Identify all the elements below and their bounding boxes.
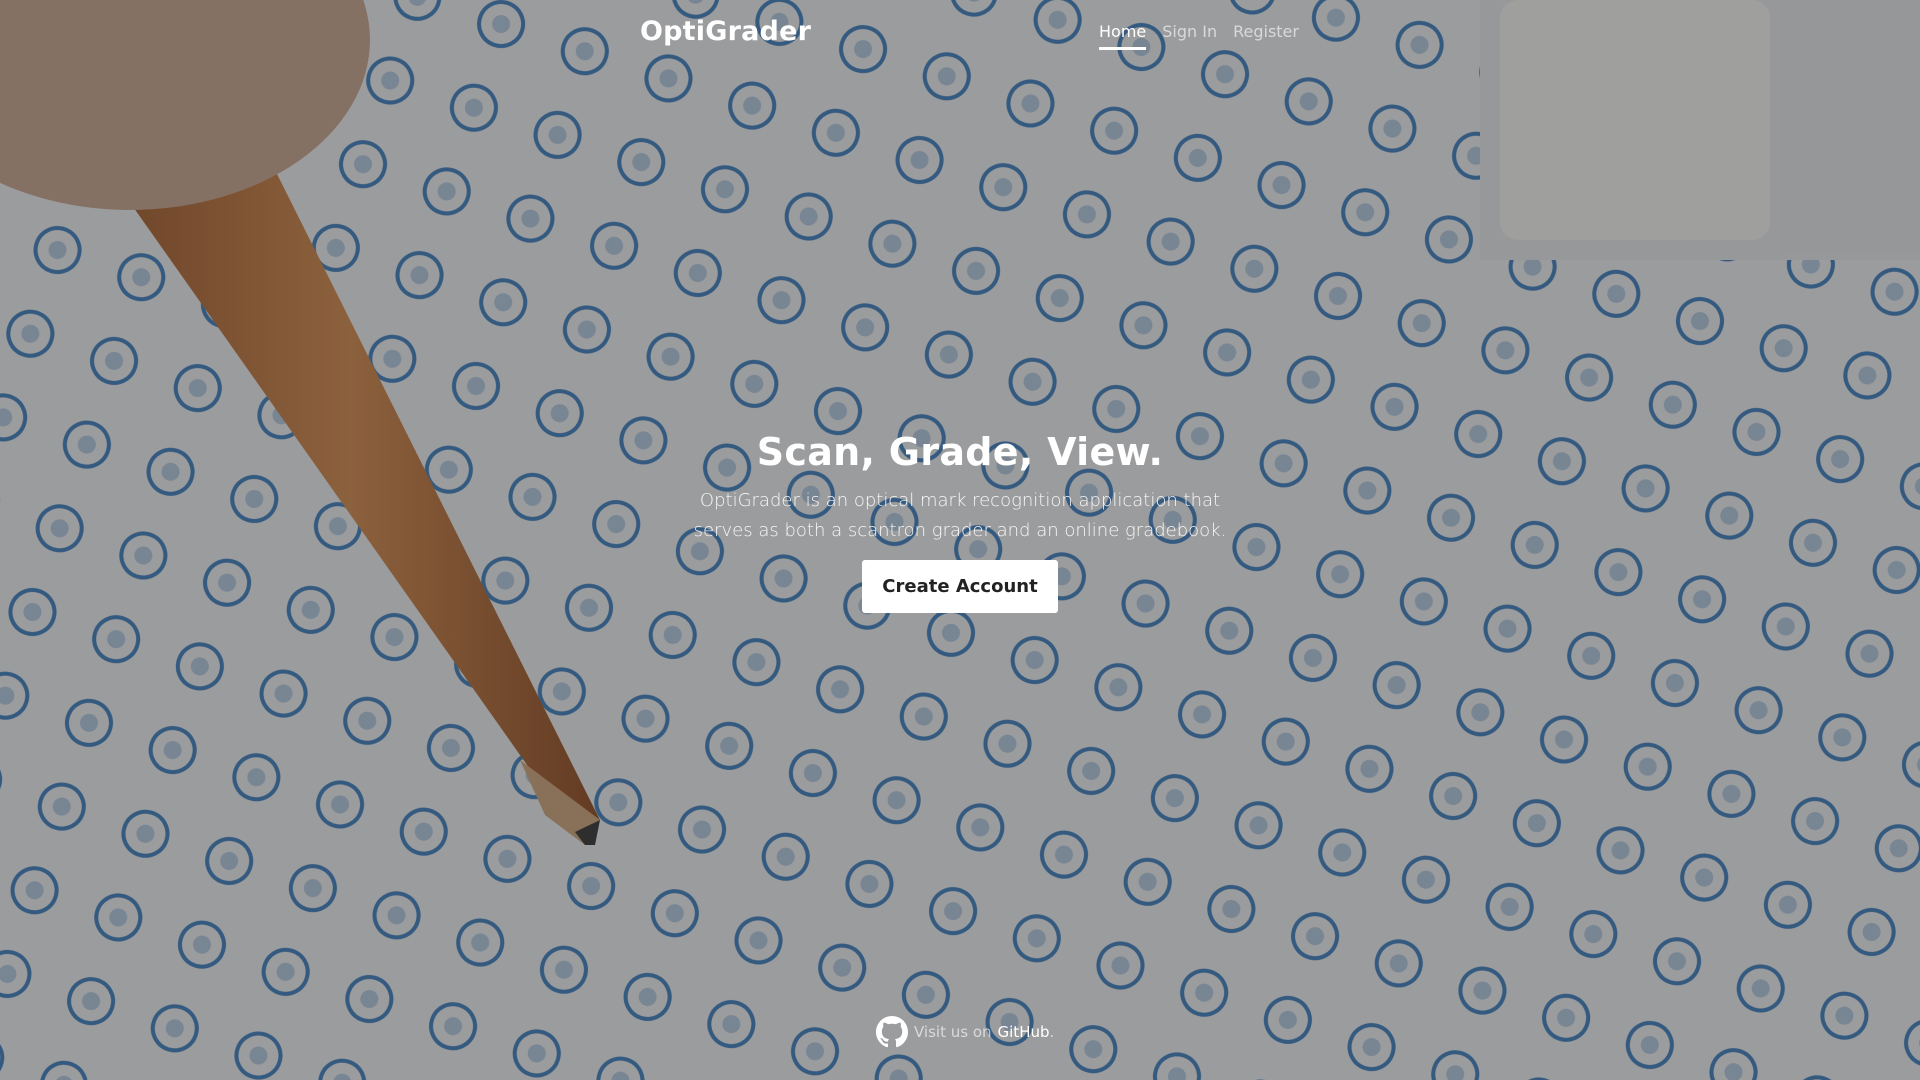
hero-title: Scan, Grade, View. xyxy=(756,430,1164,474)
brand-logo[interactable]: OptiGrader xyxy=(640,16,811,47)
github-icon[interactable] xyxy=(876,1016,908,1048)
page: OptiGrader Home Sign In Register Scan, G… xyxy=(0,0,1920,1080)
nav-sign-in[interactable]: Sign In xyxy=(1162,22,1217,50)
main-nav: Home Sign In Register xyxy=(1099,22,1299,50)
footer-prefix: Visit us on xyxy=(914,1023,992,1041)
nav-register[interactable]: Register xyxy=(1233,22,1299,50)
nav-home[interactable]: Home xyxy=(1099,22,1147,50)
footer-suffix: . xyxy=(1049,1023,1055,1041)
create-account-button[interactable]: Create Account xyxy=(862,560,1058,613)
hero: Scan, Grade, View. OptiGrader is an opti… xyxy=(560,430,1360,613)
footer: Visit us on GitHub. xyxy=(876,1016,1054,1048)
github-link[interactable]: GitHub xyxy=(998,1023,1050,1041)
hero-lead: OptiGrader is an optical mark recognitio… xyxy=(693,490,1227,541)
